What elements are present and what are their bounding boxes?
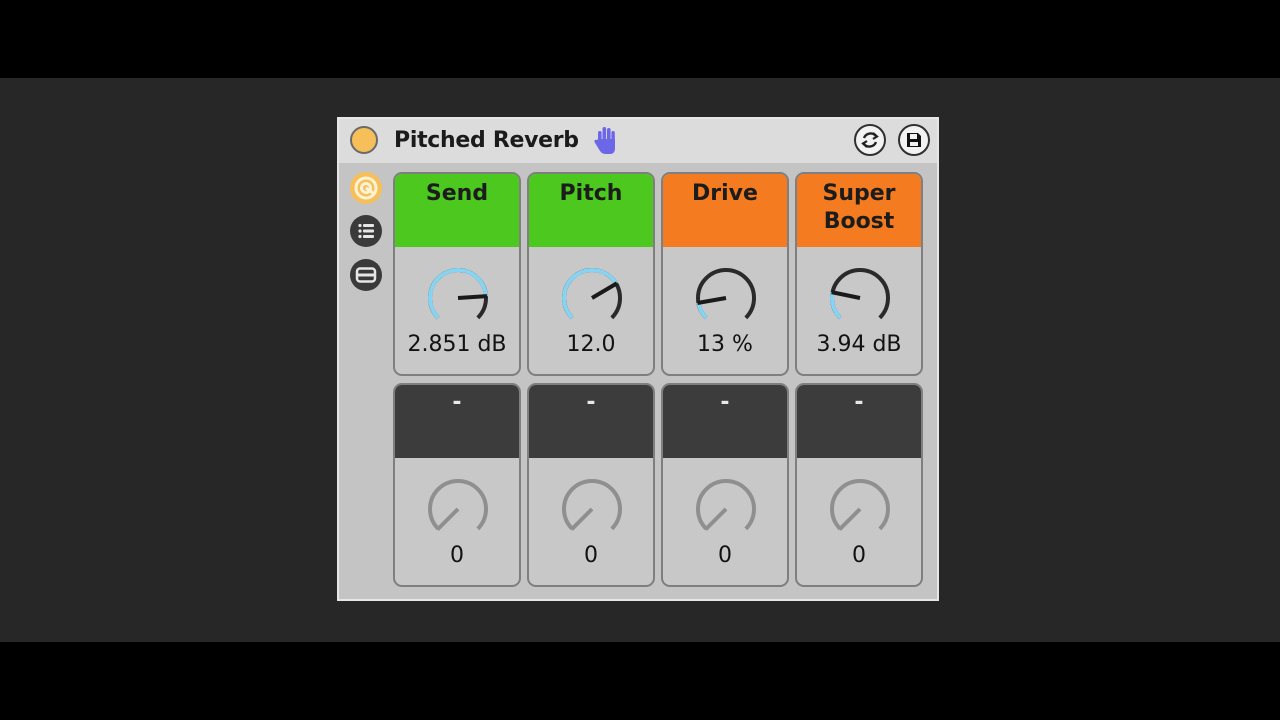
macro-name[interactable]: Super Boost bbox=[797, 174, 921, 247]
hot-swap-icon bbox=[861, 132, 879, 148]
macro-knob[interactable] bbox=[826, 264, 894, 332]
macro-value: 0 bbox=[584, 543, 598, 568]
macro-name[interactable]: Send bbox=[395, 174, 519, 247]
knob-track bbox=[696, 479, 756, 531]
power-toggle-icon[interactable] bbox=[350, 126, 378, 154]
macro-name[interactable]: Drive bbox=[663, 174, 787, 247]
hand-icon bbox=[594, 127, 615, 154]
knob-value-arc bbox=[562, 268, 618, 320]
macro-knob[interactable] bbox=[826, 475, 894, 543]
knob-track bbox=[428, 479, 488, 531]
knob-needle bbox=[436, 507, 460, 531]
knob-needle bbox=[590, 281, 618, 300]
variations-icon bbox=[350, 259, 382, 291]
macro-slot[interactable]: Send 2.851 dB bbox=[393, 172, 521, 376]
macro-slot[interactable]: -0 bbox=[795, 383, 923, 587]
macro-value: 0 bbox=[718, 543, 732, 568]
knob-needle bbox=[570, 507, 594, 531]
macro-name[interactable]: - bbox=[529, 385, 653, 458]
knob-value-arc bbox=[696, 302, 708, 320]
macro-slot[interactable]: -0 bbox=[661, 383, 789, 587]
hot-swap-button[interactable] bbox=[854, 124, 886, 156]
knob-track bbox=[562, 479, 622, 531]
macro-knob[interactable] bbox=[558, 264, 626, 332]
knob-track bbox=[696, 268, 756, 320]
save-icon bbox=[907, 133, 921, 147]
macro-slot[interactable]: -0 bbox=[393, 383, 521, 587]
macro-value: 3.94 dB bbox=[816, 332, 902, 357]
macro-value: 0 bbox=[852, 543, 866, 568]
macro-knob[interactable] bbox=[692, 264, 760, 332]
knob-needle bbox=[838, 507, 862, 531]
macro-value: 13 % bbox=[697, 332, 753, 357]
knob-needle bbox=[697, 296, 727, 305]
save-preset-button[interactable] bbox=[898, 124, 930, 156]
knob-track bbox=[830, 479, 890, 531]
variations-button[interactable] bbox=[349, 258, 383, 292]
device-title[interactable]: Pitched Reverb bbox=[394, 128, 579, 153]
macro-controls-icon bbox=[350, 172, 382, 204]
knob-needle bbox=[457, 294, 488, 300]
macro-knob[interactable] bbox=[558, 475, 626, 543]
macro-name[interactable]: Pitch bbox=[529, 174, 653, 247]
device-title-bar[interactable]: Pitched Reverb bbox=[339, 119, 937, 163]
macro-knob[interactable] bbox=[424, 264, 492, 332]
list-button[interactable] bbox=[349, 214, 383, 248]
macro-slot[interactable]: Super Boost 3.94 dB bbox=[795, 172, 923, 376]
macro-value: 2.851 dB bbox=[407, 332, 507, 357]
macro-name[interactable]: - bbox=[395, 385, 519, 458]
knob-needle bbox=[831, 290, 861, 300]
macro-controls-button[interactable] bbox=[349, 171, 383, 205]
macro-name[interactable]: - bbox=[663, 385, 787, 458]
knob-value-arc bbox=[830, 291, 842, 320]
macro-slot[interactable]: Pitch 12.0 bbox=[527, 172, 655, 376]
knob-needle bbox=[704, 507, 728, 531]
macro-name[interactable]: - bbox=[797, 385, 921, 458]
macro-knob[interactable] bbox=[424, 475, 492, 543]
macro-value: 12.0 bbox=[566, 332, 616, 357]
macro-knob[interactable] bbox=[692, 475, 760, 543]
macro-slot[interactable]: Drive 13 % bbox=[661, 172, 789, 376]
list-icon bbox=[350, 215, 382, 247]
rack-device: Pitched Reverb Send 2.851 dB Pitch 12.0 … bbox=[337, 117, 939, 601]
knob-value-arc bbox=[428, 268, 488, 320]
macro-slot[interactable]: -0 bbox=[527, 383, 655, 587]
macro-value: 0 bbox=[450, 543, 464, 568]
